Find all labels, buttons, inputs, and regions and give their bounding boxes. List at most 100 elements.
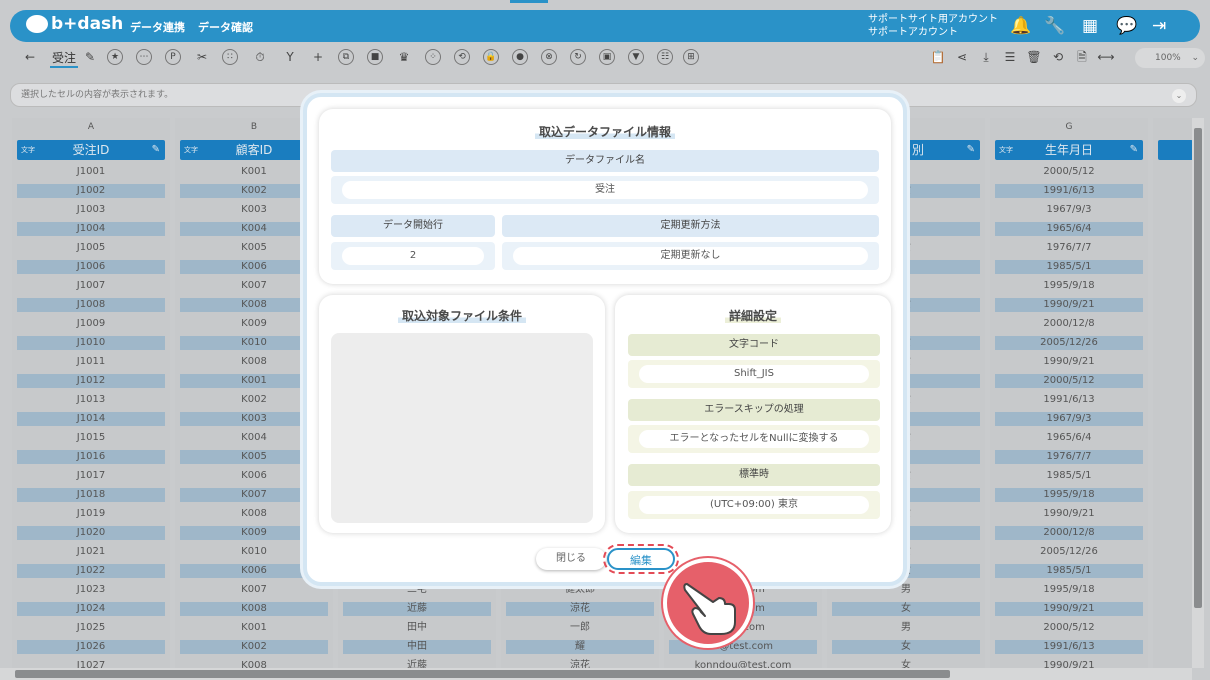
table-cell[interactable]: J1025 [17, 621, 165, 635]
table-cell[interactable]: 女 [832, 659, 980, 668]
cluster-icon[interactable]: ⁘ [425, 49, 441, 65]
menu-data-link[interactable]: データ連携 [130, 19, 185, 35]
table-cell[interactable]: 2000/12/8 [995, 317, 1143, 331]
chat-icon[interactable]: 💬 [1116, 17, 1137, 35]
pencil-icon[interactable]: ✎ [152, 140, 160, 160]
table-cell[interactable]: K008 [180, 602, 328, 616]
table-cell[interactable]: 近藤 [343, 602, 491, 616]
table-cell[interactable]: 耀 [506, 640, 654, 654]
table-cell[interactable]: 1995/9/18 [995, 279, 1143, 293]
column-header[interactable] [1158, 140, 1192, 160]
table-cell[interactable]: J1023 [17, 583, 165, 597]
table-cell[interactable]: K002 [180, 640, 328, 654]
table-cell[interactable]: J1021 [17, 545, 165, 559]
table-cell[interactable]: J1016 [17, 450, 165, 464]
table-cell[interactable]: 2000/5/12 [995, 374, 1143, 388]
table-cell[interactable]: J1015 [17, 431, 165, 445]
table-cell[interactable]: J1006 [17, 260, 165, 274]
logout-icon[interactable]: ⇥ [1152, 17, 1166, 35]
table-cell[interactable]: 1985/5/1 [995, 260, 1143, 274]
funnel-icon[interactable]: ▼ [628, 49, 644, 65]
table-cell[interactable]: J1009 [17, 317, 165, 331]
table-cell[interactable]: 1965/6/4 [995, 222, 1143, 236]
table-cell[interactable]: J1026 [17, 640, 165, 654]
box-icon[interactable]: ▣ [599, 49, 615, 65]
cancel-icon[interactable]: ⊗ [541, 49, 557, 65]
table-cell[interactable]: 女 [832, 602, 980, 616]
zoom-select[interactable]: 100% ⌄ [1135, 48, 1205, 68]
list-icon[interactable]: ☰ [1000, 47, 1020, 67]
table-cell[interactable]: 涼花 [506, 659, 654, 668]
clipboard-icon[interactable]: 📋 [928, 47, 948, 67]
table-cell[interactable]: 涼花 [506, 602, 654, 616]
refresh-icon[interactable]: ↻ [570, 49, 586, 65]
bell-icon[interactable]: 🔔 [1010, 17, 1031, 35]
table-cell[interactable]: J1010 [17, 336, 165, 350]
table-cell[interactable]: 1985/5/1 [995, 469, 1143, 483]
table-cell[interactable]: 田中 [343, 621, 491, 635]
code-icon[interactable]: ⟷ [1096, 47, 1116, 67]
table-cell[interactable]: konndou@test.com [669, 659, 817, 668]
tools-icon[interactable]: ✂ [192, 47, 212, 67]
group-icon[interactable]: ☷ [657, 49, 673, 65]
edit-button[interactable]: 編集 [607, 548, 675, 570]
table-cell[interactable]: K008 [180, 659, 328, 668]
table-cell[interactable]: 1990/9/21 [995, 602, 1143, 616]
horizontal-scrollbar[interactable] [0, 668, 1192, 680]
table-cell[interactable]: J1018 [17, 488, 165, 502]
history-icon[interactable]: ⟲ [1048, 47, 1068, 67]
table-cell[interactable]: J1007 [17, 279, 165, 293]
table-cell[interactable]: 1991/6/13 [995, 184, 1143, 198]
table-cell[interactable]: J1017 [17, 469, 165, 483]
table-cell[interactable]: 中田 [343, 640, 491, 654]
table-cell[interactable]: 女 [832, 640, 980, 654]
table-cell[interactable]: 1967/9/3 [995, 203, 1143, 217]
pencil-icon[interactable]: ✎ [1130, 140, 1138, 160]
table-icon[interactable]: ⊞ [683, 49, 699, 65]
table-cell[interactable]: 2005/12/26 [995, 545, 1143, 559]
table-cell[interactable]: J1003 [17, 203, 165, 217]
loop-icon[interactable]: ⟲ [454, 49, 470, 65]
bag-icon[interactable]: ● [512, 49, 528, 65]
merge-icon[interactable]: Y [280, 47, 300, 67]
filter-p-icon[interactable]: P [165, 49, 181, 65]
wrench-icon[interactable]: 🔧 [1044, 17, 1065, 35]
account-info[interactable]: サポートサイト用アカウント サポートアカウント [868, 13, 998, 39]
table-cell[interactable]: J1022 [17, 564, 165, 578]
table-cell[interactable]: J1014 [17, 412, 165, 426]
table-cell[interactable]: 1995/9/18 [995, 583, 1143, 597]
table-cell[interactable]: 2005/12/26 [995, 336, 1143, 350]
table-cell[interactable]: J1013 [17, 393, 165, 407]
table-cell[interactable]: J1005 [17, 241, 165, 255]
table-cell[interactable]: 1967/9/3 [995, 412, 1143, 426]
table-cell[interactable]: 1965/6/4 [995, 431, 1143, 445]
table-cell[interactable]: J1019 [17, 507, 165, 521]
table-cell[interactable]: J1002 [17, 184, 165, 198]
table-cell[interactable]: 2000/5/12 [995, 165, 1143, 179]
table-cell[interactable]: 1990/9/21 [995, 659, 1143, 668]
trash-icon[interactable]: 🗑 [1024, 47, 1044, 67]
lock-icon[interactable]: 🔒 [483, 49, 499, 65]
scroll-thumb[interactable] [15, 670, 950, 678]
sheet-tab[interactable]: 受注 [50, 49, 79, 68]
more-icon[interactable]: ⋯ [136, 49, 152, 65]
table-cell[interactable]: 1990/9/21 [995, 507, 1143, 521]
table-cell[interactable]: K007 [180, 583, 328, 597]
dots-icon[interactable]: ∷ [222, 49, 238, 65]
share-icon[interactable]: ⋖ [952, 47, 972, 67]
table-cell[interactable]: J1024 [17, 602, 165, 616]
table-cell[interactable]: 1990/9/21 [995, 298, 1143, 312]
table-cell[interactable]: 1976/7/7 [995, 450, 1143, 464]
table-cell[interactable]: 2000/12/8 [995, 526, 1143, 540]
table-cell[interactable]: J1027 [17, 659, 165, 668]
crown-icon[interactable]: ♛ [394, 47, 414, 67]
pencil-icon[interactable]: ✎ [967, 140, 975, 160]
file-icon[interactable]: 🗎 [1072, 47, 1092, 67]
column-header[interactable]: 文字 生年月日 ✎ [995, 140, 1143, 160]
table-cell[interactable]: J1020 [17, 526, 165, 540]
table-cell[interactable]: 1995/9/18 [995, 488, 1143, 502]
download-icon[interactable]: ⤓ [976, 47, 996, 67]
table-cell[interactable]: 近藤 [343, 659, 491, 668]
scroll-thumb[interactable] [1194, 128, 1202, 608]
table-cell[interactable]: K001 [180, 621, 328, 635]
